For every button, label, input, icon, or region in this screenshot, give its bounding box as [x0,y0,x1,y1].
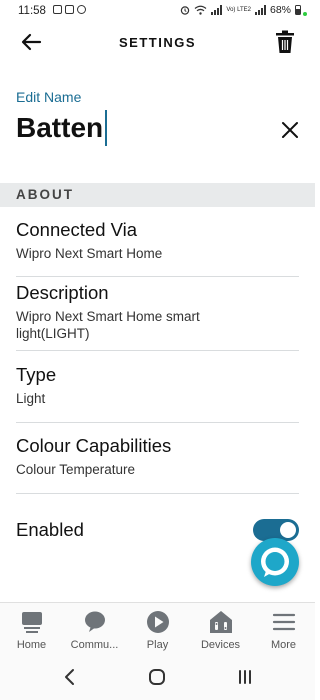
alexa-button[interactable] [251,538,299,586]
delete-button[interactable] [273,29,297,55]
edit-name-label: Edit Name [16,89,82,105]
system-back-button[interactable] [62,668,78,691]
home-circle-icon [149,669,165,685]
nav-communicate[interactable]: Commu... [63,603,126,658]
row-title: Type [16,364,57,385]
volte-badge: Vo) LTE2 [226,7,251,13]
system-nav-bar [0,657,315,700]
chevron-left-icon [65,669,74,685]
settings-notification-icon [77,5,86,14]
communicate-icon [84,611,105,632]
row-title: Connected Via [16,219,138,240]
nav-more[interactable]: More [252,603,315,658]
colour-capabilities-row: Colour Capabilities Colour Temperature [16,435,299,494]
app-bar: SETTINGS [0,22,315,62]
sim-notification-icon [65,5,74,14]
recents-icon [239,670,251,684]
play-icon [146,611,169,633]
signal-icon-2 [254,5,266,15]
alexa-icon [261,547,289,577]
trash-icon [276,30,294,53]
page-title: SETTINGS [118,35,196,50]
name-field-row [16,107,301,151]
nav-label: Commu... [70,639,119,651]
nav-label: Devices [200,639,241,651]
battery-percent: 68% [269,4,291,16]
nav-play[interactable]: Play [126,603,189,658]
type-row: Type Light [16,364,299,423]
toggle-knob [280,522,296,538]
nav-devices[interactable]: Devices [189,603,252,658]
row-value: Light [16,391,46,406]
gallery-notification-icon [53,5,62,14]
bottom-nav: Home Commu... Play Devices More [0,602,315,658]
row-title: Colour Capabilities [16,435,172,456]
clear-name-button[interactable] [279,119,301,141]
wifi-icon [194,5,207,15]
alarm-icon [181,6,190,15]
system-recents-button[interactable] [236,668,254,691]
status-bar: 11:58 Vo) LTE2 68% [0,0,315,22]
battery-icon [295,5,301,15]
home-icon [21,612,42,633]
row-value: Wipro Next Smart Home smart light(LIGHT) [16,309,200,341]
more-icon [272,613,295,631]
nav-label: Home [16,639,47,651]
row-title: Description [16,282,109,303]
connected-via-row: Connected Via Wipro Next Smart Home [16,219,299,277]
row-value: Colour Temperature [16,462,136,477]
privacy-dot-icon [303,12,307,16]
enabled-label: Enabled [16,519,84,540]
text-caret [105,110,107,146]
status-time: 11:58 [18,5,46,17]
device-name-input[interactable] [16,107,256,149]
devices-icon [209,611,232,633]
nav-label: Play [146,639,169,651]
about-section-header: ABOUT [0,183,315,207]
nav-home[interactable]: Home [0,603,63,658]
nav-label: More [270,639,297,651]
description-row: Description Wipro Next Smart Home smart … [16,282,299,351]
row-value: Wipro Next Smart Home [16,246,163,261]
close-icon [282,122,298,138]
signal-icon [211,5,223,15]
system-home-button[interactable] [148,668,166,691]
